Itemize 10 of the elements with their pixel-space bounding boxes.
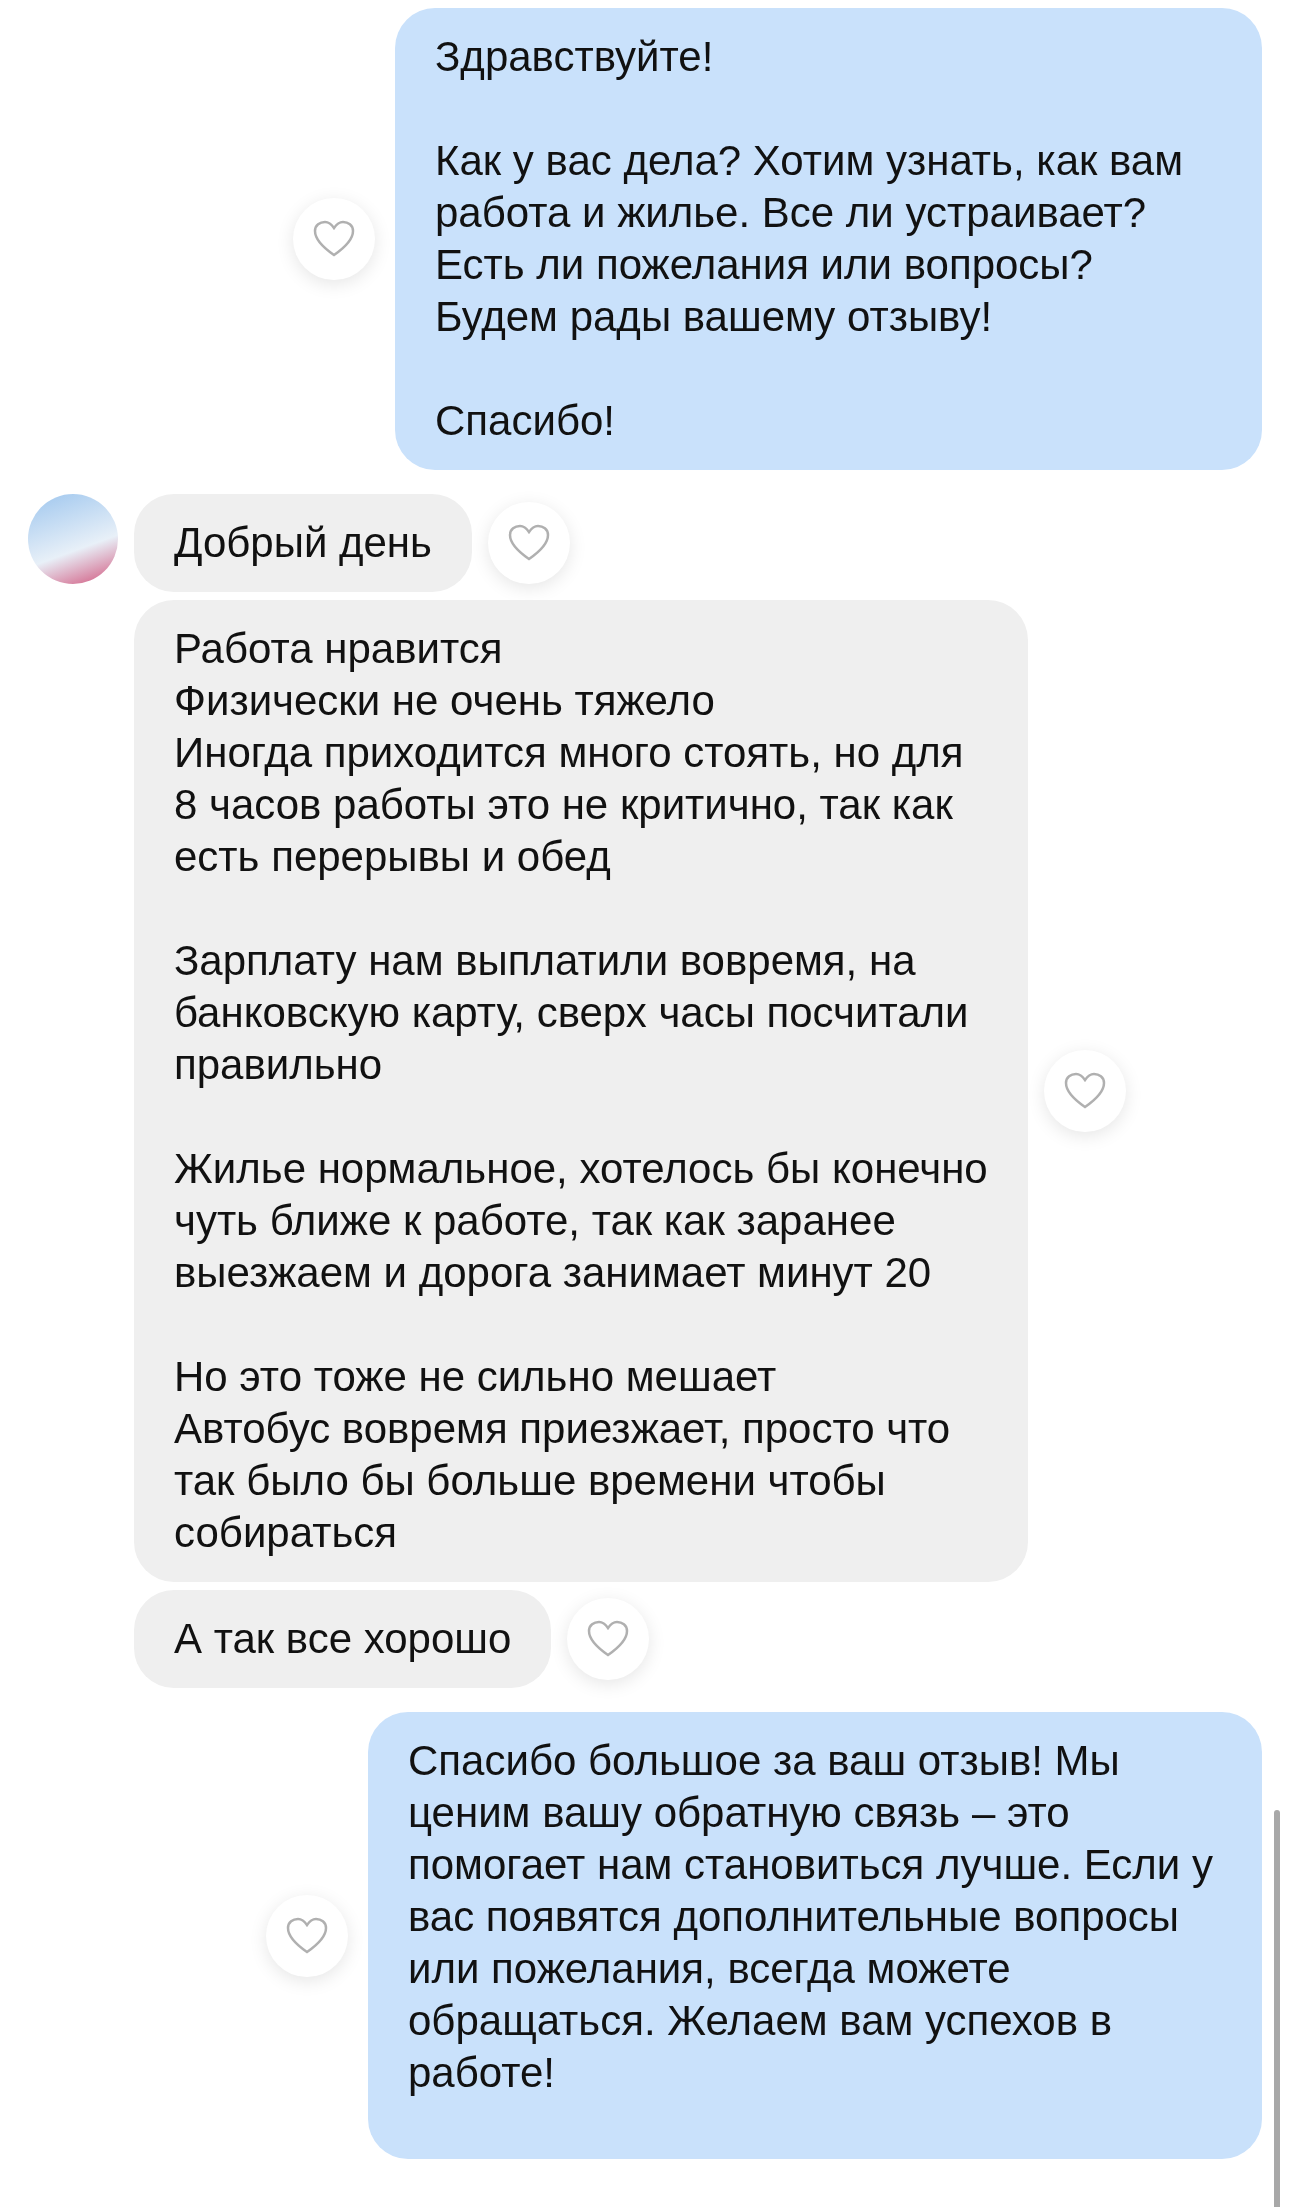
heart-icon [587, 1620, 630, 1658]
heart-icon [1064, 1072, 1106, 1110]
heart-icon [313, 220, 355, 258]
message-bubble: Спасибо большое за ваш отзыв! Мы ценим вашу обратную связь – это помогает нам становиться лучше. Если у вас появятся дополнительные вопросы или пожелания, всегда можете обращаться. Желаем вам успехов в работе! [368, 1712, 1262, 2159]
message-bubble: Здравствуйте! Как у вас дела? Хотим узнать, как вам работа и жилье. Все ли устраивает? Есть ли пожелания или вопросы? Будем рады вашему отзыву! Спасибо! [395, 8, 1262, 470]
heart-icon [507, 524, 550, 562]
message-bubble: Работа нравится Физически не очень тяжело Иногда приходится много стоять, но для 8 часов работы это не критично, так как есть перерывы и обед Зарплату нам выплатили вовремя, на банковскую карту, сверх часы посчитали правильно Жилье нормальное, хотелось бы конечно чуть ближе к работе, так как заранее выезжаем и дорога занимает минут 20 Но это тоже не сильно мешает Автобус вовремя приезжает, просто что так было бы больше времени чтобы собираться [134, 600, 1028, 1582]
message-bubble: А так все хорошо [134, 1590, 552, 1688]
heart-icon [286, 1916, 328, 1955]
message-bubble: Добрый день [134, 494, 472, 592]
